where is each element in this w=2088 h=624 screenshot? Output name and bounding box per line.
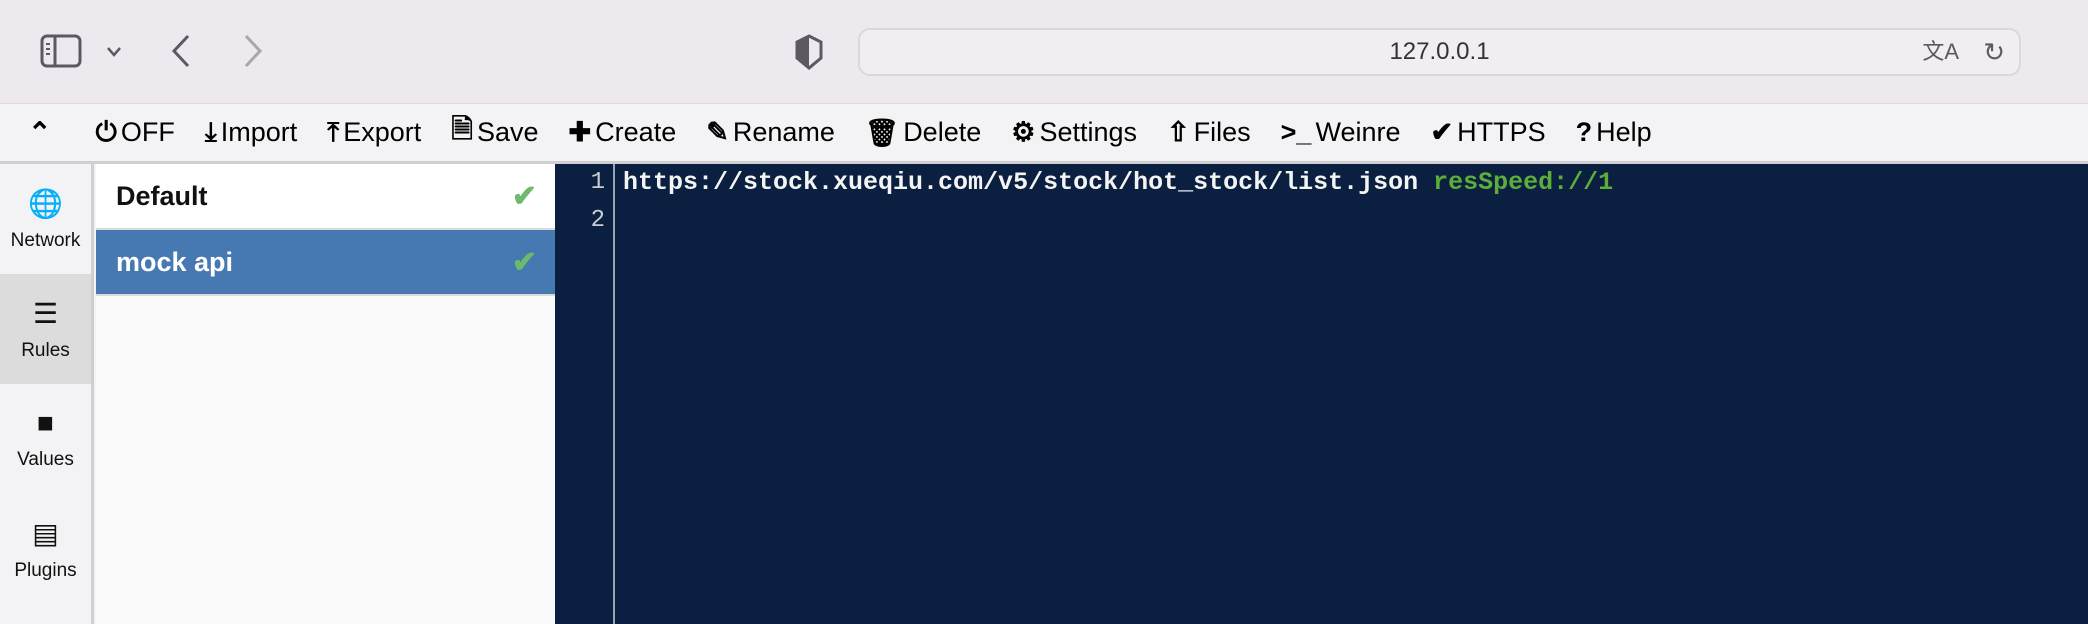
rule-item[interactable]: mock api ✔ bbox=[96, 230, 555, 296]
delete-button[interactable]: 🗑 Delete bbox=[865, 110, 981, 156]
gear-icon: ⚙ bbox=[1011, 117, 1036, 147]
rule-editor[interactable]: 1 2 https://stock.xueqiu.com/v5/stock/ho… bbox=[555, 164, 2088, 624]
nav-item-rules[interactable]: ☰ Rules bbox=[0, 274, 91, 384]
toolbar-label: Rename bbox=[732, 117, 835, 147]
toolbar-label: Help bbox=[1596, 117, 1652, 147]
rule-item[interactable]: Default ✔ bbox=[96, 164, 555, 230]
toolbar-label: Save bbox=[477, 117, 539, 147]
line-number: 1 bbox=[590, 169, 605, 196]
rule-protocol: resSpeed://1 bbox=[1433, 168, 1614, 197]
forward-icon[interactable] bbox=[242, 34, 264, 68]
chevron-down-icon[interactable] bbox=[106, 46, 122, 58]
rename-button[interactable]: ✎ Rename bbox=[706, 110, 835, 156]
edit-icon: ✎ bbox=[706, 117, 729, 147]
save-button[interactable]: 🗎 Save bbox=[451, 110, 538, 156]
toolbar-label: Delete bbox=[903, 117, 982, 147]
rule-name: mock api bbox=[116, 246, 234, 277]
line-number: 2 bbox=[590, 207, 605, 234]
side-nav: 🌐 Network ☰ Rules ■ Values ▤ Plugins bbox=[0, 164, 94, 624]
line-gutter: 1 2 bbox=[555, 164, 615, 624]
files-button[interactable]: ⇧ Files bbox=[1167, 110, 1251, 156]
help-button[interactable]: ? Help bbox=[1576, 110, 1652, 156]
export-button[interactable]: ⤒ Export bbox=[327, 110, 421, 156]
check-icon: ✔ bbox=[1430, 117, 1454, 147]
create-button[interactable]: ✚ Create bbox=[569, 110, 677, 156]
toolbar-label: Import bbox=[220, 117, 298, 147]
toolbar-label: Files bbox=[1193, 117, 1251, 147]
nav-label: Values bbox=[17, 449, 74, 470]
globe-icon: 🌐 bbox=[28, 187, 63, 219]
shield-icon[interactable] bbox=[794, 34, 824, 70]
rule-name: Default bbox=[116, 180, 208, 211]
plus-icon: ✚ bbox=[568, 117, 592, 147]
rule-pattern: https://stock.xueqiu.com/v5/stock/hot_st… bbox=[623, 168, 1434, 197]
toolbar-label: HTTPS bbox=[1457, 117, 1546, 147]
code-line: https://stock.xueqiu.com/v5/stock/hot_st… bbox=[623, 164, 1613, 202]
settings-button[interactable]: ⚙ Settings bbox=[1011, 110, 1137, 156]
weinre-button[interactable]: >_ Weinre bbox=[1281, 110, 1401, 156]
toolbar-label: Settings bbox=[1039, 117, 1138, 147]
nav-label: Rules bbox=[21, 339, 70, 361]
nav-item-network[interactable]: 🌐 Network bbox=[0, 164, 91, 274]
plugin-icon: ▤ bbox=[32, 517, 59, 549]
nav-label: Plugins bbox=[14, 559, 77, 581]
https-button[interactable]: ✔ HTTPS bbox=[1431, 110, 1546, 156]
code-area[interactable]: https://stock.xueqiu.com/v5/stock/hot_st… bbox=[623, 164, 1613, 240]
off-button[interactable]: ⏻ OFF bbox=[95, 110, 174, 156]
url-text: 127.0.0.1 bbox=[1389, 38, 1490, 65]
trash-icon: 🗑 bbox=[864, 117, 900, 148]
toolbar: ⌃ ⏻ OFF ⤓ Import ⤒ Export 🗎 Save ✚ Create ✎ Rename 🗑… bbox=[0, 104, 2088, 164]
list-icon: ☰ bbox=[32, 297, 59, 329]
rule-list: Default ✔ mock api ✔ bbox=[96, 164, 555, 624]
nav-item-plugins[interactable]: ▤ Plugins bbox=[0, 494, 91, 604]
toolbar-label: OFF bbox=[120, 117, 175, 147]
toolbar-label: Export bbox=[343, 117, 422, 147]
folder-icon: ■ bbox=[37, 407, 54, 438]
import-icon: ⤓ bbox=[204, 116, 217, 147]
browser-chrome: 127.0.0.1 文A ↻ bbox=[0, 0, 2088, 104]
sidebar-icon[interactable] bbox=[40, 34, 82, 68]
export-icon: ⤒ bbox=[327, 116, 340, 147]
power-icon: ⏻ bbox=[95, 116, 117, 147]
nav-item-values[interactable]: ■ Values bbox=[0, 384, 91, 494]
check-icon: ✔ bbox=[511, 245, 537, 279]
check-icon: ✔ bbox=[511, 179, 537, 213]
upload-icon: ⇧ bbox=[1167, 117, 1190, 147]
import-button[interactable]: ⤓ Import bbox=[205, 110, 297, 156]
collapse-icon[interactable]: ⌃ bbox=[28, 116, 51, 149]
toolbar-label: Weinre bbox=[1315, 117, 1401, 147]
terminal-icon: >_ bbox=[1280, 117, 1312, 147]
reload-icon[interactable]: ↻ bbox=[1983, 30, 2005, 74]
save-icon: 🗎 bbox=[451, 113, 473, 144]
help-icon: ? bbox=[1575, 117, 1593, 147]
back-icon[interactable] bbox=[170, 34, 192, 68]
address-bar[interactable]: 127.0.0.1 文A ↻ bbox=[858, 28, 2021, 76]
toolbar-label: Create bbox=[595, 117, 677, 147]
nav-label: Network bbox=[10, 229, 81, 251]
translate-icon[interactable]: 文A bbox=[1922, 30, 1959, 74]
